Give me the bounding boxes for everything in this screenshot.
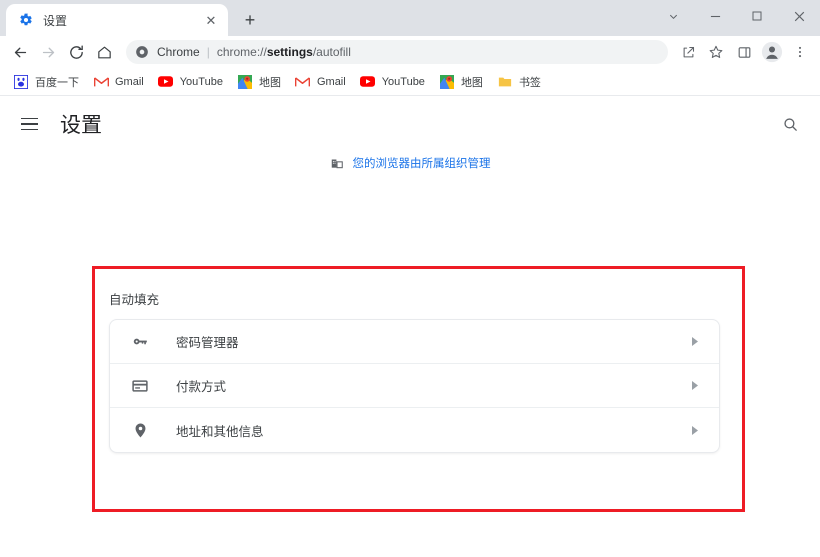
tab-search-button[interactable] <box>652 0 694 32</box>
settings-page: 设置 您的浏览器由所属组织管理 自动填充 密码管理器 付款方式 地址和其他信息 <box>0 96 820 557</box>
chevron-right-icon <box>687 336 701 347</box>
settings-row-label: 密码管理器 <box>176 336 239 350</box>
hamburger-menu-icon[interactable] <box>16 111 42 137</box>
bookmark-label: 地图 <box>258 76 281 89</box>
minimize-button[interactable] <box>694 0 736 32</box>
chevron-right-icon <box>687 425 701 436</box>
youtube-icon <box>158 74 174 90</box>
settings-row-password-manager[interactable]: 密码管理器 <box>110 320 719 364</box>
settings-row-addresses[interactable]: 地址和其他信息 <box>110 408 719 452</box>
search-icon[interactable] <box>776 110 804 138</box>
autofill-section-label: 自动填充 <box>109 293 160 307</box>
key-icon <box>130 332 150 352</box>
settings-gear-icon <box>18 12 34 28</box>
folder-icon <box>497 74 513 90</box>
back-button[interactable] <box>6 38 34 66</box>
bookmark-label: 地图 <box>460 76 483 89</box>
bookmark-item[interactable]: 百度一下 <box>6 71 86 93</box>
new-tab-button[interactable]: + <box>236 6 264 34</box>
location-pin-icon <box>130 420 150 440</box>
bookmark-label: Gmail <box>115 75 144 88</box>
baidu-icon <box>13 74 29 90</box>
managed-notice-label: 您的浏览器由所属组织管理 <box>352 158 491 170</box>
google-maps-icon <box>439 74 455 90</box>
highlight-annotation: 自动填充 密码管理器 付款方式 地址和其他信息 <box>92 266 745 512</box>
bookmark-item[interactable]: 地图 <box>432 71 490 93</box>
omnibox-separator: | <box>206 45 210 59</box>
more-menu-icon[interactable] <box>786 38 814 66</box>
forward-button[interactable] <box>34 38 62 66</box>
enterprise-building-icon <box>330 156 345 171</box>
autofill-card: 密码管理器 付款方式 地址和其他信息 <box>109 319 720 453</box>
url-host: settings <box>266 45 313 59</box>
bookmark-folder-label: 书签 <box>518 76 541 89</box>
bookmark-item[interactable]: YouTube <box>151 71 230 93</box>
hamburger-line <box>20 128 38 131</box>
bookmark-item[interactable]: 地图 <box>230 71 288 93</box>
home-icon[interactable] <box>90 38 118 66</box>
tab-strip: 设置 ✕ + <box>0 0 820 36</box>
page-title: 设置 <box>60 114 102 137</box>
bookmark-label: YouTube <box>179 75 223 88</box>
toolbar-right-icons <box>674 38 814 66</box>
omnibox-chip-label: Chrome <box>157 45 200 59</box>
window-controls <box>652 0 820 32</box>
settings-row-label: 付款方式 <box>176 380 227 394</box>
share-icon[interactable] <box>674 38 702 66</box>
managed-by-organization-notice[interactable]: 您的浏览器由所属组织管理 <box>0 155 820 171</box>
settings-row-label: 地址和其他信息 <box>176 424 264 439</box>
maximize-button[interactable] <box>736 0 778 32</box>
url-path: /autofill <box>312 45 351 59</box>
settings-header: 设置 <box>0 96 820 152</box>
side-panel-icon[interactable] <box>730 38 758 66</box>
gmail-icon <box>295 74 311 90</box>
bookmark-label: Gmail <box>316 75 346 88</box>
close-button[interactable] <box>778 0 820 32</box>
bookmark-folder[interactable]: 书签 <box>490 71 548 93</box>
bookmark-item[interactable]: Gmail <box>86 71 151 93</box>
url-prefix: chrome:// <box>216 45 267 59</box>
bookmark-star-icon[interactable] <box>702 38 730 66</box>
reload-button[interactable] <box>62 38 90 66</box>
omnibox-url: chrome://settings/autofill <box>217 45 351 59</box>
hamburger-line <box>20 123 38 125</box>
bookmark-label: YouTube <box>381 75 425 88</box>
address-bar[interactable]: Chrome | chrome://settings/autofill <box>126 40 668 64</box>
browser-tab-settings[interactable]: 设置 ✕ <box>6 4 228 36</box>
chrome-logo-icon <box>134 44 150 60</box>
credit-card-icon <box>130 376 150 396</box>
google-maps-icon <box>237 74 253 90</box>
chevron-right-icon <box>687 380 701 391</box>
youtube-icon <box>360 74 376 90</box>
browser-toolbar: Chrome | chrome://settings/autofill <box>0 36 820 68</box>
tab-close-button[interactable]: ✕ <box>202 11 220 29</box>
profile-avatar-icon[interactable] <box>758 38 786 66</box>
hamburger-line <box>20 117 38 120</box>
bookmark-item[interactable]: Gmail <box>288 71 353 93</box>
bookmark-item[interactable]: YouTube <box>353 71 432 93</box>
tab-title: 设置 <box>43 13 68 28</box>
bookmark-bar: 百度一下 Gmail YouTube 地图 Gmail YouTube 地图 书… <box>0 68 820 96</box>
settings-row-payment-methods[interactable]: 付款方式 <box>110 364 719 408</box>
bookmark-label: 百度一下 <box>35 76 79 89</box>
gmail-icon <box>93 74 109 90</box>
